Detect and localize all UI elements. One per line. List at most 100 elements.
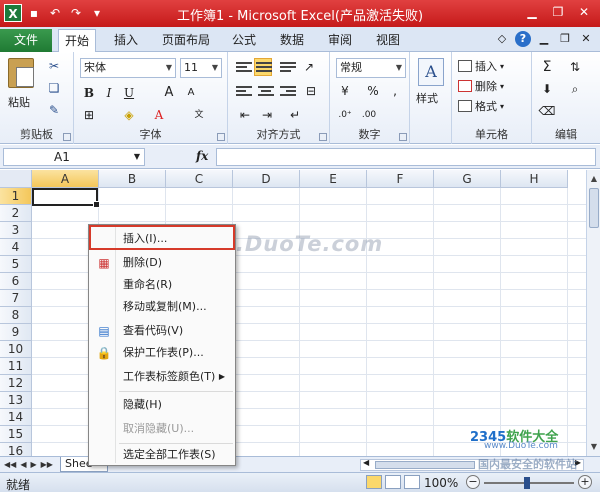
row-header[interactable]: 10 [0, 341, 32, 358]
orientation-icon[interactable]: ↗ [300, 58, 318, 76]
shrink-font-button[interactable]: A [182, 84, 200, 102]
prev-sheet-icon[interactable]: ◀ [20, 458, 26, 471]
restore-icon[interactable]: ❐ [546, 3, 570, 21]
page-layout-view-icon[interactable] [385, 475, 401, 489]
increase-decimal-icon[interactable]: .0⁺ [336, 106, 354, 124]
fill-color-icon[interactable]: ◈ [120, 106, 138, 124]
doc-close-icon[interactable]: ✕ [578, 31, 594, 47]
comma-button[interactable]: , [386, 82, 404, 100]
increase-indent-icon[interactable]: ⇥ [258, 106, 276, 124]
align-middle-button[interactable] [254, 58, 272, 76]
menu-item-rename[interactable]: 重命名(R) [91, 275, 233, 295]
font-name-combo[interactable]: 宋体 ▼ [80, 58, 176, 78]
tab-home[interactable]: 开始 [58, 29, 97, 52]
wrap-text-icon[interactable]: ↵ [286, 106, 304, 124]
underline-button[interactable]: U [120, 84, 138, 102]
insert-cells-button[interactable]: 插入 ▾ [458, 58, 504, 74]
column-header[interactable]: H [501, 170, 568, 188]
cut-icon[interactable]: ✂ [46, 58, 62, 74]
row-header[interactable]: 16 [0, 443, 32, 456]
menu-item-select-all-sheets[interactable]: 选定全部工作表(S) [91, 445, 233, 465]
align-bottom-icon[interactable] [280, 62, 296, 74]
row-header[interactable]: 1 [0, 188, 32, 205]
clear-icon[interactable]: ⌫ [538, 102, 556, 120]
first-sheet-icon[interactable]: ◀◀ [4, 458, 16, 471]
vertical-scroll-thumb[interactable] [589, 188, 599, 228]
tab-review[interactable]: 审阅 [322, 29, 358, 52]
percent-button[interactable]: % [364, 82, 382, 100]
help-icon[interactable]: ? [515, 31, 531, 47]
italic-button[interactable]: I [100, 84, 118, 102]
formula-input[interactable] [216, 148, 596, 166]
zoom-slider[interactable]: − + [466, 475, 592, 490]
align-top-icon[interactable] [236, 62, 252, 74]
align-left-icon[interactable] [236, 86, 252, 98]
find-select-icon[interactable]: ⌕ [566, 80, 584, 98]
merge-center-icon[interactable]: ⊟ [302, 82, 320, 100]
alignment-launcher-icon[interactable] [319, 133, 327, 141]
row-header[interactable]: 8 [0, 307, 32, 324]
tab-formulas[interactable]: 公式 [226, 29, 262, 52]
tab-page-layout[interactable]: 页面布局 [156, 29, 216, 52]
doc-minimize-icon[interactable]: ▁ [536, 31, 552, 47]
row-header[interactable]: 11 [0, 358, 32, 375]
number-launcher-icon[interactable] [399, 133, 407, 141]
grow-font-button[interactable]: A [160, 84, 178, 102]
styles-button[interactable]: 样式 [416, 90, 438, 106]
clipboard-launcher-icon[interactable] [63, 133, 71, 141]
row-header[interactable]: 6 [0, 273, 32, 290]
row-header[interactable]: 2 [0, 205, 32, 222]
row-header[interactable]: 3 [0, 222, 32, 239]
tab-view[interactable]: 视图 [370, 29, 406, 52]
last-sheet-icon[interactable]: ▶▶ [41, 458, 53, 471]
row-header[interactable]: 5 [0, 256, 32, 273]
collapse-ribbon-icon[interactable]: ◇ [494, 31, 510, 47]
row-header[interactable]: 12 [0, 375, 32, 392]
column-header[interactable]: E [300, 170, 367, 188]
tab-data[interactable]: 数据 [274, 29, 310, 52]
name-box[interactable]: A1 ▼ [3, 148, 145, 166]
zoom-slider-handle[interactable] [524, 477, 530, 489]
column-header[interactable]: C [166, 170, 233, 188]
tab-insert[interactable]: 插入 [108, 29, 144, 52]
row-header[interactable]: 4 [0, 239, 32, 256]
paste-icon[interactable] [8, 58, 34, 88]
row-header[interactable]: 15 [0, 426, 32, 443]
column-header[interactable]: D [233, 170, 300, 188]
borders-icon[interactable]: ⊞ [80, 106, 98, 124]
menu-item-delete[interactable]: ▦ 删除(D) [91, 253, 233, 273]
decrease-decimal-icon[interactable]: .00 [360, 106, 378, 124]
column-header[interactable]: F [367, 170, 434, 188]
vertical-scrollbar[interactable]: ▲ ▼ [586, 170, 600, 456]
scroll-up-icon[interactable]: ▲ [588, 172, 600, 186]
column-header[interactable]: B [99, 170, 166, 188]
normal-view-icon[interactable] [366, 475, 382, 489]
zoom-in-icon[interactable]: + [578, 475, 592, 489]
insert-function-button[interactable]: fx [196, 149, 208, 163]
menu-item-hide[interactable]: 隐藏(H) [91, 395, 233, 415]
scroll-left-icon[interactable]: ◀ [363, 458, 369, 467]
decrease-indent-icon[interactable]: ⇤ [236, 106, 254, 124]
menu-item-protect-sheet[interactable]: 🔒 保护工作表(P)... [91, 343, 233, 363]
zoom-out-icon[interactable]: − [466, 475, 480, 489]
autosum-button[interactable]: Σ [538, 58, 556, 76]
select-all-button[interactable] [0, 170, 32, 188]
column-header[interactable]: G [434, 170, 501, 188]
sort-filter-icon[interactable]: ⇅ [566, 58, 584, 76]
tab-file[interactable]: 文件 [0, 29, 52, 52]
bold-button[interactable]: B [80, 84, 98, 102]
horizontal-scroll-thumb[interactable] [375, 461, 475, 469]
font-color-icon[interactable]: A [150, 106, 168, 124]
menu-item-move-copy[interactable]: 移动或复制(M)... [91, 297, 233, 317]
doc-restore-icon[interactable]: ❐ [557, 31, 573, 47]
currency-icon[interactable]: ¥ [336, 82, 354, 100]
minimize-icon[interactable]: ▁ [520, 3, 544, 21]
font-size-combo[interactable]: 11 ▼ [180, 58, 222, 78]
font-launcher-icon[interactable] [217, 133, 225, 141]
page-break-view-icon[interactable] [404, 475, 420, 489]
copy-icon[interactable]: ❏ [46, 80, 62, 96]
row-header[interactable]: 13 [0, 392, 32, 409]
paste-button[interactable]: 粘贴 [8, 94, 30, 110]
menu-item-view-code[interactable]: ▤ 查看代码(V) [91, 321, 233, 341]
styles-icon[interactable]: A [418, 58, 444, 86]
